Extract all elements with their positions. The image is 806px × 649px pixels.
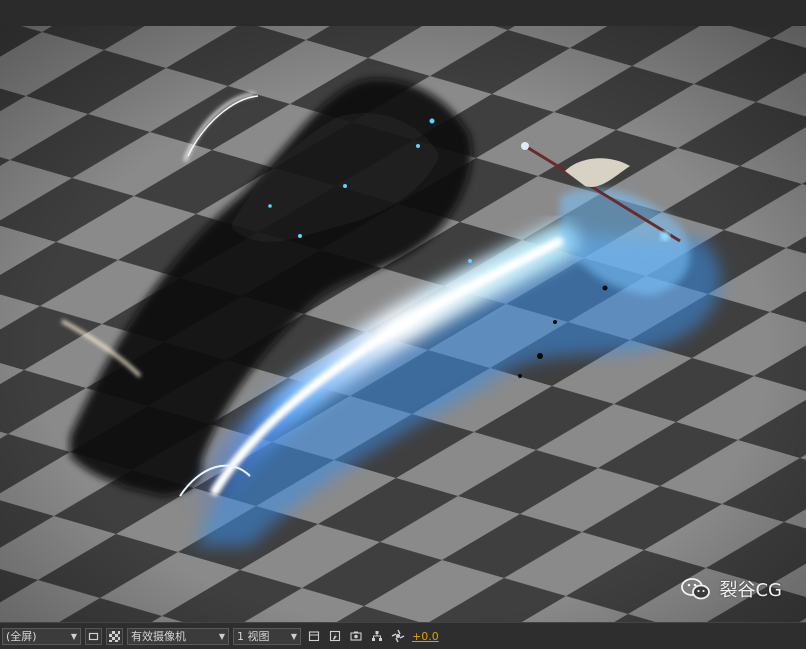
viewer-canvas (0, 26, 806, 622)
snapshot-button[interactable] (347, 628, 364, 645)
views-value: 1 视图 (237, 630, 270, 643)
timeline-button[interactable] (305, 628, 322, 645)
transparency-grid-button[interactable] (106, 627, 123, 645)
chevron-down-icon: ▼ (70, 631, 77, 641)
viewer-toolbar: (全屏) ▼ 有效摄像机 ▼ 1 视图 ▼ +0.0 (0, 622, 806, 649)
magnification-dropdown[interactable]: (全屏) ▼ (2, 627, 81, 645)
camera-value: 有效摄像机 (131, 630, 186, 643)
snapshot-icon (349, 631, 362, 641)
flowchart-button[interactable] (368, 628, 385, 645)
draft-3d-button[interactable] (326, 628, 343, 645)
draft-3d-icon (329, 630, 340, 642)
wechat-icon (681, 578, 711, 600)
chevron-down-icon: ▼ (218, 631, 225, 641)
reset-exposure-button[interactable] (389, 628, 406, 645)
region-of-interest-icon (88, 632, 99, 640)
timeline-icon (308, 631, 319, 642)
watermark: 裂谷CG (681, 576, 782, 602)
composition-panel: 裂谷CG (全屏) ▼ 有效摄像机 ▼ 1 视图 ▼ +0.0 (0, 0, 806, 649)
views-dropdown[interactable]: 1 视图 ▼ (233, 627, 301, 645)
camera-dropdown[interactable]: 有效摄像机 ▼ (127, 627, 229, 645)
magnification-value: (全屏) (6, 630, 37, 643)
chevron-down-icon: ▼ (290, 631, 297, 641)
panel-header (0, 0, 806, 27)
watermark-text: 裂谷CG (719, 580, 782, 601)
transparency-grid-icon (109, 630, 120, 642)
flowchart-icon (371, 631, 382, 641)
reset-exposure-icon (391, 629, 404, 643)
exposure-value[interactable]: +0.0 (412, 630, 439, 643)
composition-viewer[interactable]: 裂谷CG (0, 26, 806, 622)
region-of-interest-button[interactable] (85, 627, 102, 645)
